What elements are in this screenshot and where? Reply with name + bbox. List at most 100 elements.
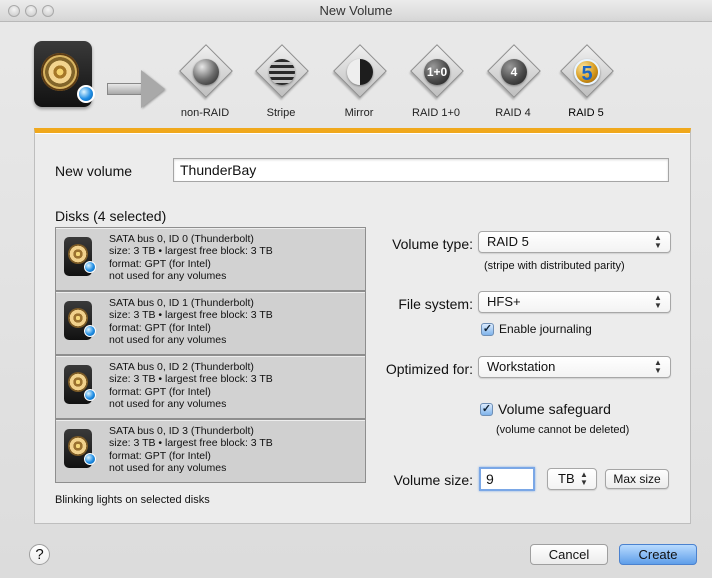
- select-arrows-icon: ▲ ▼: [654, 233, 662, 250]
- disk-platter-icon: [68, 308, 88, 328]
- disk-platter-icon: [68, 244, 88, 264]
- volume-size-unit-value: TB: [558, 471, 575, 486]
- blue-status-icon: [84, 325, 96, 337]
- disk-platter-icon: [68, 372, 88, 392]
- raid-option-raid-10[interactable]: 1+0 RAID 1+0: [401, 44, 471, 134]
- disk-format: format: GPT (for Intel): [109, 321, 211, 334]
- close-window-button[interactable]: [8, 5, 20, 17]
- raid-option-stripe[interactable]: Stripe: [246, 44, 316, 134]
- disk-size: size: 3 TB • largest free block: 3 TB: [109, 309, 273, 322]
- raid-option-label: RAID 5: [568, 107, 604, 119]
- disk-info: SATA bus 0, ID 3 (Thunderbolt) size: 3 T…: [109, 425, 359, 475]
- raid-level-selector: non-RAID Stripe Mirror 1+0 RAID 1+0 4 RA…: [0, 22, 712, 130]
- raid-option-label: Mirror: [344, 107, 374, 119]
- volume-safeguard-label: Volume safeguard: [498, 401, 611, 417]
- disk-info: SATA bus 0, ID 1 (Thunderbolt) size: 3 T…: [109, 297, 359, 347]
- optimized-for-label: Optimized for:: [385, 361, 473, 377]
- disk-usage: not used for any volumes: [109, 334, 227, 347]
- blue-status-icon: [84, 389, 96, 401]
- raid-option-label: Stripe: [266, 107, 296, 119]
- volume-size-label: Volume size:: [393, 472, 473, 488]
- window-titlebar[interactable]: New Volume: [0, 0, 712, 22]
- optimized-for-select[interactable]: Workstation ▲ ▼: [478, 356, 671, 378]
- optimized-for-value: Workstation: [487, 359, 556, 374]
- raid-option-non-raid[interactable]: non-RAID: [170, 44, 240, 134]
- new-volume-input[interactable]: ThunderBay: [173, 158, 669, 182]
- mirror-icon: [347, 59, 373, 85]
- volume-settings-panel: New volume ThunderBay Disks (4 selected)…: [34, 128, 691, 524]
- raid-4-icon: 4: [501, 59, 527, 85]
- volume-size-input[interactable]: 9: [479, 467, 535, 491]
- disk-row[interactable]: SATA bus 0, ID 1 (Thunderbolt) size: 3 T…: [55, 291, 366, 355]
- raid-5-icon: 5: [574, 59, 600, 85]
- create-button[interactable]: Create: [619, 544, 697, 565]
- checkmark-icon: ✓: [480, 402, 493, 416]
- volume-type-value: RAID 5: [487, 234, 529, 249]
- disk-icon: [64, 237, 96, 276]
- window-title: New Volume: [319, 3, 393, 18]
- help-button[interactable]: ?: [29, 544, 50, 565]
- raid-10-icon: 1+0: [424, 59, 450, 85]
- enable-journaling-checkbox[interactable]: ✓ Enable journaling: [481, 322, 592, 336]
- disk-icon: [64, 429, 96, 468]
- new-volume-label: New volume: [55, 163, 133, 179]
- disk-row[interactable]: SATA bus 0, ID 2 (Thunderbolt) size: 3 T…: [55, 355, 366, 419]
- blue-status-icon: [77, 85, 95, 103]
- zoom-window-button[interactable]: [42, 5, 54, 17]
- disk-info: SATA bus 0, ID 2 (Thunderbolt) size: 3 T…: [109, 361, 359, 411]
- disk-format: format: GPT (for Intel): [109, 257, 211, 270]
- stripe-icon: [269, 59, 295, 85]
- blinking-lights-note: Blinking lights on selected disks: [55, 494, 210, 506]
- blue-status-icon: [84, 453, 96, 465]
- select-arrows-icon: ▲ ▼: [580, 470, 588, 487]
- disk-name: SATA bus 0, ID 3 (Thunderbolt): [109, 425, 254, 437]
- volume-size-unit-select[interactable]: TB ▲ ▼: [547, 468, 597, 490]
- checkmark-icon: ✓: [481, 322, 494, 336]
- enable-journaling-label: Enable journaling: [499, 322, 592, 336]
- volume-type-select[interactable]: RAID 5 ▲ ▼: [478, 231, 671, 253]
- volume-safeguard-checkbox[interactable]: ✓ Volume safeguard: [480, 401, 611, 417]
- volume-type-hint: (stripe with distributed parity): [484, 260, 625, 272]
- select-arrows-icon: ▲ ▼: [654, 358, 662, 375]
- raid-option-mirror[interactable]: Mirror: [324, 44, 394, 134]
- file-system-value: HFS+: [487, 294, 521, 309]
- arrow-right-icon: [141, 70, 165, 108]
- disk-list[interactable]: SATA bus 0, ID 0 (Thunderbolt) size: 3 T…: [55, 227, 366, 483]
- cancel-button[interactable]: Cancel: [530, 544, 608, 565]
- disk-name: SATA bus 0, ID 1 (Thunderbolt): [109, 297, 254, 309]
- non-raid-icon: [193, 59, 219, 85]
- disk-format: format: GPT (for Intel): [109, 385, 211, 398]
- disk-usage: not used for any volumes: [109, 270, 227, 283]
- disk-icon: [64, 365, 96, 404]
- minimize-window-button[interactable]: [25, 5, 37, 17]
- disk-usage: not used for any volumes: [109, 462, 227, 475]
- disk-usage: not used for any volumes: [109, 398, 227, 411]
- disk-name: SATA bus 0, ID 0 (Thunderbolt): [109, 233, 254, 245]
- raid-option-label: non-RAID: [180, 107, 230, 119]
- disk-size: size: 3 TB • largest free block: 3 TB: [109, 245, 273, 258]
- disk-size: size: 3 TB • largest free block: 3 TB: [109, 437, 273, 450]
- disk-name: SATA bus 0, ID 2 (Thunderbolt): [109, 361, 254, 373]
- arrow-shaft-icon: [107, 83, 145, 95]
- file-system-select[interactable]: HFS+ ▲ ▼: [478, 291, 671, 313]
- large-disk-icon: [34, 41, 95, 107]
- volume-type-label: Volume type:: [392, 236, 473, 252]
- raid-option-label: RAID 1+0: [412, 107, 460, 119]
- raid-option-label: RAID 4: [495, 107, 531, 119]
- disk-info: SATA bus 0, ID 0 (Thunderbolt) size: 3 T…: [109, 233, 359, 283]
- disk-platter-icon: [68, 436, 88, 456]
- disk-row[interactable]: SATA bus 0, ID 3 (Thunderbolt) size: 3 T…: [55, 419, 366, 483]
- disk-row[interactable]: SATA bus 0, ID 0 (Thunderbolt) size: 3 T…: [55, 227, 366, 291]
- disk-format: format: GPT (for Intel): [109, 449, 211, 462]
- file-system-label: File system:: [398, 296, 473, 312]
- disk-platter-icon: [41, 53, 79, 91]
- blue-status-icon: [84, 261, 96, 273]
- disk-size: size: 3 TB • largest free block: 3 TB: [109, 373, 273, 386]
- volume-safeguard-hint: (volume cannot be deleted): [496, 424, 630, 436]
- max-size-button[interactable]: Max size: [605, 469, 669, 489]
- disks-title: Disks (4 selected): [55, 208, 167, 224]
- disk-icon: [64, 301, 96, 340]
- raid-option-raid-4[interactable]: 4 RAID 4: [478, 44, 548, 134]
- select-arrows-icon: ▲ ▼: [654, 293, 662, 310]
- raid-option-raid-5[interactable]: 5 RAID 5: [551, 44, 621, 134]
